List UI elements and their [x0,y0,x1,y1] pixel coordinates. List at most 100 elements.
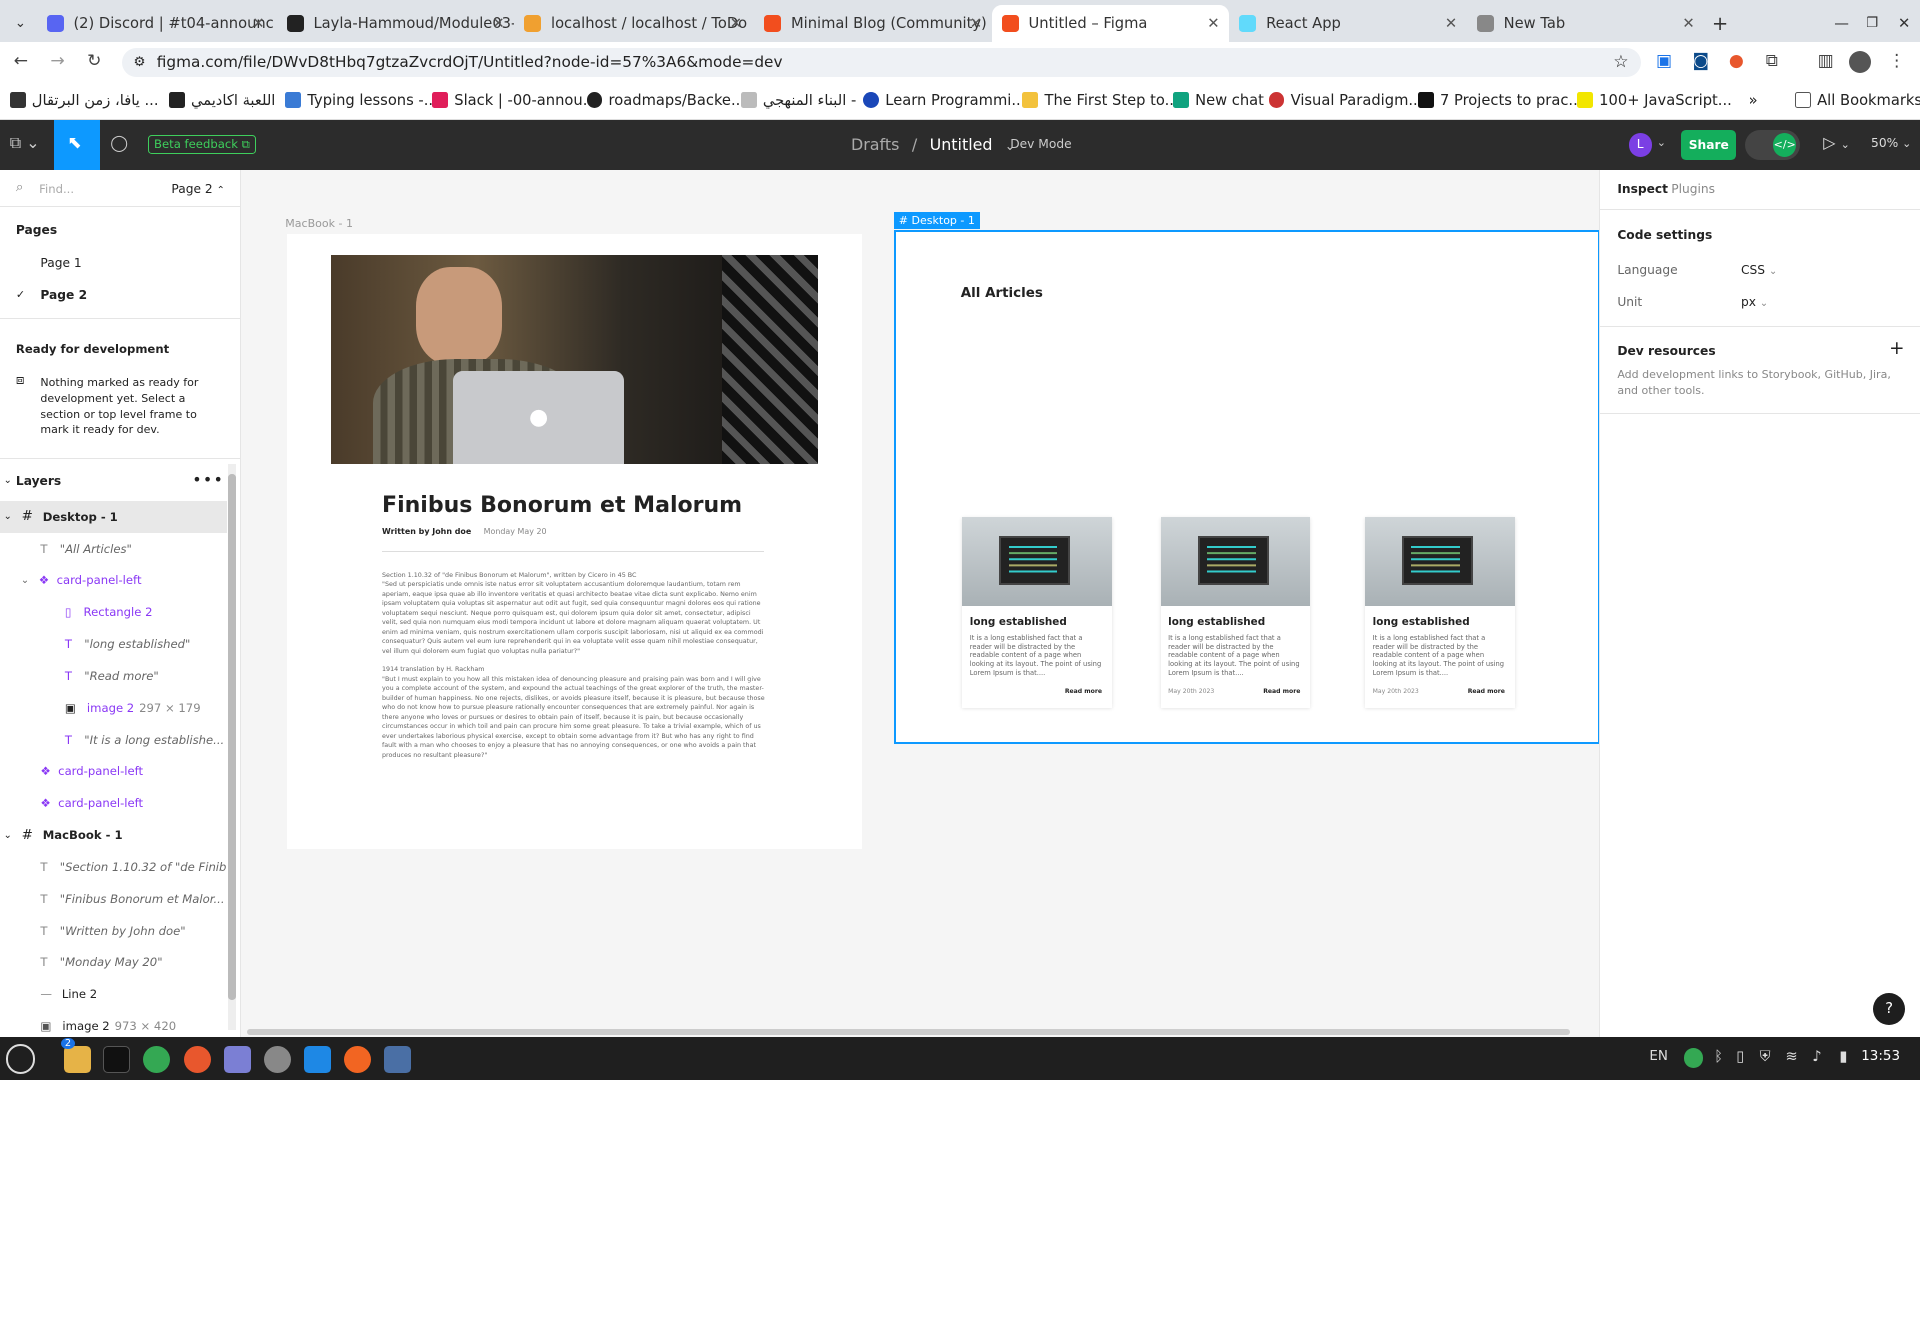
layer-row[interactable]: T "Read more" [0,660,227,692]
chevron-down-icon[interactable]: ⌄ [21,575,29,586]
close-icon[interactable]: ✕ [1682,15,1694,32]
layer-row[interactable]: ⌄ # MacBook - 1 [0,819,227,851]
chevron-down-icon[interactable]: ⌄ [4,511,12,522]
bookmark[interactable]: Visual Paradigm... [1268,92,1422,109]
reload-icon[interactable]: ↻ [83,51,105,71]
files-icon[interactable]: 2 [61,1038,91,1073]
close-icon[interactable]: ✕ [1207,15,1219,32]
add-icon[interactable]: + [1889,338,1904,359]
read-more-link[interactable]: Read more [1065,688,1102,695]
address-bar[interactable]: ⚙ figma.com/file/DWvD8tHbq7gtzaZvcrdOjT/U… [122,47,1641,78]
clock[interactable]: 13:53 [1861,1049,1900,1064]
chevron-down-icon[interactable]: ⌄ [4,475,12,486]
tab-new-tab[interactable]: New Tab ✕ [1467,5,1705,42]
layer-row[interactable]: ⌄ # Desktop - 1 [0,500,227,533]
more-bookmarks-icon[interactable]: » [1749,92,1758,109]
selected-frame-label[interactable]: # Desktop - 1 [893,211,980,229]
horizontal-scrollbar[interactable] [247,1028,1570,1035]
layer-row[interactable]: T "All Articles" [0,533,227,565]
bookmark[interactable]: Typing lessons -... [285,92,438,109]
terminal-icon[interactable] [102,1045,130,1073]
article-card[interactable]: long established It is a long established… [1365,516,1515,708]
layer-row[interactable]: T "It is a long establishe... [0,724,227,756]
tab-untitled-figma[interactable]: Untitled – Figma ✕ [991,4,1230,42]
bookmark[interactable]: البناء المنهجي - [740,92,856,109]
zoom-menu[interactable]: 50% ⌄ [1871,136,1911,150]
read-more-link[interactable]: Read more [1263,688,1300,695]
chrome-tray-icon[interactable] [1683,1048,1704,1068]
macbook-frame[interactable]: ● Finibus Bonorum et Malorum Written by … [286,233,863,849]
extension-icon[interactable]: ● [1725,51,1747,71]
notes-icon[interactable] [224,1045,252,1073]
present-play-icon[interactable]: ▷ ⌄ [1823,133,1850,152]
volume-icon[interactable]: ♪ [1812,1048,1821,1065]
unit-select[interactable]: px ⌄ [1741,295,1768,309]
site-info-icon[interactable]: ⚙ [133,48,145,77]
chevron-down-icon[interactable]: ⌄ [4,830,12,841]
close-icon[interactable]: ✕ [492,15,504,32]
bluetooth-icon[interactable]: ᛒ [1714,1048,1723,1065]
minimize-button[interactable]: — [1825,5,1859,42]
dev-mode-toggle[interactable]: </> [1744,129,1800,161]
comment-icon[interactable]: ◯ [110,133,128,152]
scrollbar-thumb[interactable] [227,473,237,1001]
move-tool-button[interactable]: ⬉ [53,120,101,171]
menu-launcher-icon[interactable] [6,1044,36,1074]
layer-row[interactable]: T "Written by John doe" [0,915,227,947]
keyboard-layout[interactable]: EN [1649,1049,1668,1064]
new-tab-button[interactable]: + [1707,5,1734,42]
layer-row[interactable]: T "Section 1.10.32 of "de Finib... [0,851,226,883]
article-card[interactable]: long established It is a long established… [962,516,1112,708]
design-canvas[interactable]: MacBook - 1 ● Finibus Bonorum et Malorum… [241,170,1601,1038]
firefox-icon[interactable] [183,1045,211,1073]
layer-row[interactable]: ❖ card-panel-left [0,756,227,788]
help-button[interactable]: ? [1873,993,1906,1025]
avatar[interactable]: L [1628,133,1652,157]
file-name[interactable]: Untitled [930,135,993,154]
bookmark[interactable]: Learn Programmi... [863,92,1025,109]
back-icon[interactable]: ← [10,51,32,71]
bookmark[interactable]: New chat [1173,92,1264,109]
tab-github[interactable]: Layla-Hammoud/Module03- ✕ [277,5,514,42]
read-more-link[interactable]: Read more [1468,688,1505,695]
shield-icon[interactable]: ⛨ [1760,1048,1771,1065]
page-item-active[interactable]: Page 2 [40,288,87,302]
find-input[interactable]: Find... [39,182,74,196]
forward-icon[interactable]: → [47,51,69,71]
figma-menu-icon[interactable]: ⧉ ⌄ [10,133,40,153]
bookmark[interactable]: roadmaps/Backe... [586,92,745,109]
chevron-down-icon[interactable]: ⌄ [1657,136,1666,149]
extension-icon[interactable]: ◙ [1690,51,1712,71]
bookmark[interactable]: 7 Projects to prac... [1417,92,1582,109]
tab-plugins[interactable]: Plugins [1671,182,1715,196]
tab-search-button[interactable]: ⌄ [7,5,34,42]
maximize-button[interactable]: ❐ [1856,5,1888,42]
tab-inspect[interactable]: Inspect [1617,182,1668,196]
camera-icon[interactable] [384,1045,412,1073]
close-icon[interactable]: ✕ [252,15,264,32]
layers-scrollbar[interactable] [227,464,237,1030]
tab-discord[interactable]: (2) Discord | #t04-announcem✕ [37,5,274,42]
all-bookmarks[interactable]: All Bookmarks [1795,92,1920,109]
layer-row[interactable]: ▯ Rectangle 2 [0,596,227,628]
extension-icon[interactable]: ▣ [1653,51,1675,71]
tab-localhost[interactable]: localhost / localhost / ToDo ✕ [514,5,752,42]
wifi-icon[interactable]: ≋ [1785,1048,1797,1065]
vscode-icon[interactable] [303,1045,331,1073]
breadcrumb-drafts[interactable]: Drafts [851,135,899,154]
close-icon[interactable]: ✕ [1445,15,1457,32]
close-icon[interactable]: ✕ [970,15,982,32]
layer-row[interactable]: T "Monday May 20" [0,947,227,979]
layer-row[interactable]: ❖ card-panel-left [0,787,227,819]
menu-kebab-icon[interactable]: ⋮ [1886,51,1908,71]
tab-react-app[interactable]: React App ✕ [1229,5,1467,42]
bookmark[interactable]: يافا، زمن البرتقال ... [9,92,159,109]
layer-row[interactable]: ▣ image 2 297 × 179 [0,692,227,724]
network-app-icon[interactable] [264,1045,292,1073]
layer-row[interactable]: — Line 2 [0,978,227,1010]
close-icon[interactable]: ✕ [730,15,742,32]
page-item[interactable]: Page 1 [40,256,81,270]
language-select[interactable]: CSS ⌄ [1741,263,1777,277]
bookmark[interactable]: اللعبة اكاديمي [168,92,275,109]
article-card[interactable]: long established It is a long established… [1160,516,1311,708]
